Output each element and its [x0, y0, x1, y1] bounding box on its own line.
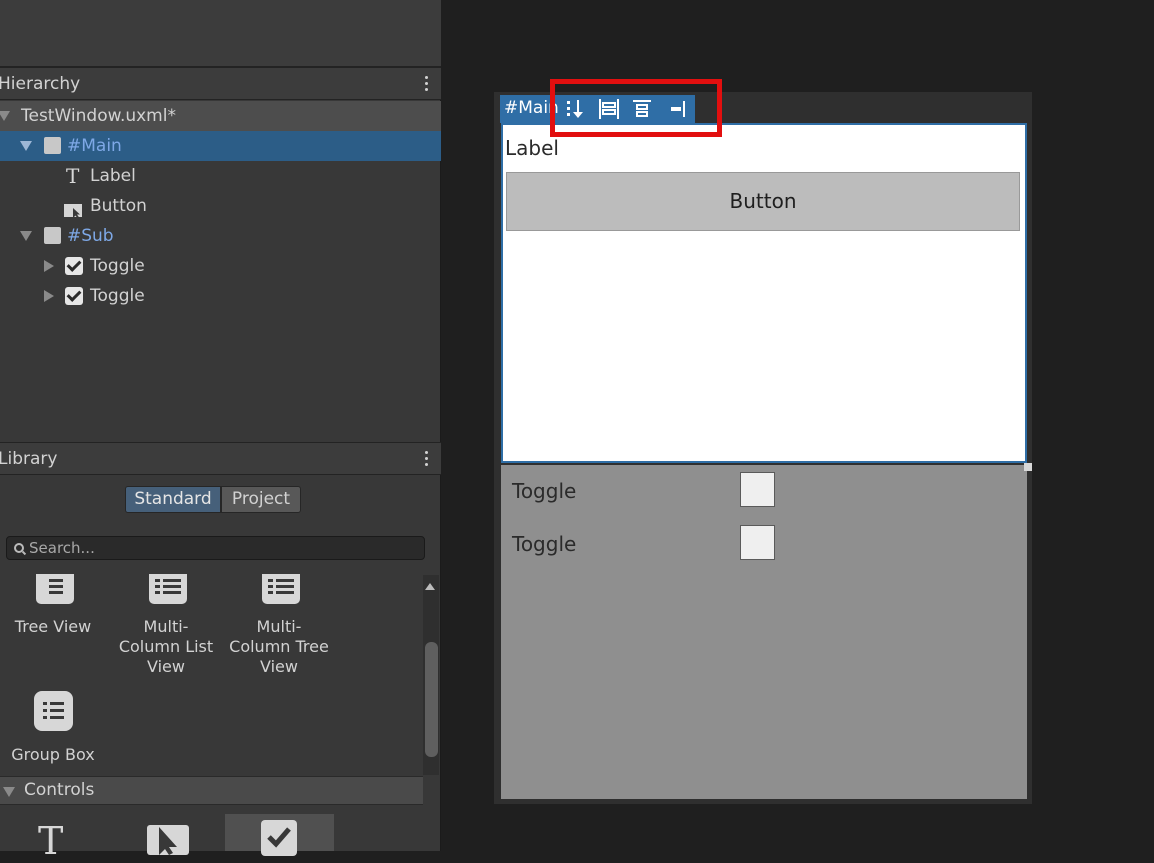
group-box-icon [34, 691, 73, 731]
text-icon: T [66, 164, 80, 188]
toggle-label: Toggle [512, 532, 577, 556]
visual-element-icon [44, 137, 61, 154]
tree-item-label: Button [90, 196, 147, 216]
library-menu-icon[interactable] [425, 451, 429, 467]
visual-element-icon [44, 227, 61, 244]
scroll-up-icon[interactable] [425, 583, 435, 590]
tree-item-main[interactable]: #Main [0, 131, 441, 161]
tree-item-toggle[interactable]: Toggle [0, 281, 441, 311]
library-item-multi-column-tree-view[interactable]: Multi- Column Tree View [226, 617, 332, 677]
tree-item-label-element[interactable]: T Label [0, 161, 441, 191]
library-header: Library [0, 442, 441, 475]
hierarchy-menu-icon[interactable] [425, 76, 429, 92]
tree-item-label: #Sub [67, 226, 114, 246]
library-search-input[interactable]: Search... [6, 536, 425, 560]
canvas-button[interactable]: Button [506, 172, 1020, 231]
search-placeholder: Search... [29, 539, 95, 557]
expand-arrow-icon[interactable] [3, 787, 15, 797]
toggle-icon [65, 257, 83, 275]
expand-arrow-icon[interactable] [20, 141, 32, 151]
scrollbar-thumb[interactable] [425, 642, 438, 757]
tree-item-label: Label [90, 166, 136, 186]
toggle-icon [65, 287, 83, 305]
label-control-icon[interactable]: T [38, 822, 63, 860]
library-item-group-box[interactable]: Group Box [0, 745, 106, 765]
tab-standard[interactable]: Standard [125, 486, 221, 513]
multi-column-list-view-icon [149, 574, 187, 604]
toggle-checkbox[interactable] [740, 525, 775, 560]
tree-item-button[interactable]: Button [0, 191, 441, 221]
tab-project[interactable]: Project [221, 486, 301, 513]
controls-section-label: Controls [24, 780, 95, 800]
multi-column-tree-view-icon [262, 574, 300, 604]
hierarchy-title: Hierarchy [0, 74, 81, 94]
controls-section-header[interactable]: Controls [0, 776, 423, 805]
toggle-label: Toggle [512, 479, 577, 503]
toggle-checkbox[interactable] [740, 472, 775, 507]
hierarchy-header: Hierarchy [0, 67, 441, 100]
tree-view-icon [36, 574, 74, 604]
button-icon [64, 199, 84, 219]
document-name: TestWindow.uxml* [21, 106, 176, 126]
tree-item-sub[interactable]: #Sub [0, 221, 441, 251]
library-title: Library [0, 449, 58, 469]
collapse-arrow-icon[interactable] [44, 260, 54, 272]
library-item-multi-column-list-view[interactable]: Multi- Column List View [113, 617, 219, 677]
tree-item-label: Toggle [90, 256, 145, 276]
resize-handle[interactable] [1024, 463, 1032, 471]
tree-item-label: Toggle [90, 286, 145, 306]
highlight-box [550, 79, 722, 137]
canvas-label[interactable]: Label [505, 136, 559, 160]
tree-item-toggle[interactable]: Toggle [0, 251, 441, 281]
tree-item-label: #Main [67, 136, 122, 156]
top-toolbar [0, 0, 441, 67]
expand-arrow-icon[interactable] [0, 111, 10, 121]
search-icon [14, 543, 24, 553]
library-item-tree-view[interactable]: Tree View [0, 617, 106, 637]
toggle-control-tile[interactable] [225, 814, 334, 856]
tree-document-row[interactable]: TestWindow.uxml* [0, 101, 441, 131]
sub-container[interactable] [501, 465, 1027, 799]
expand-arrow-icon[interactable] [20, 231, 32, 241]
collapse-arrow-icon[interactable] [44, 290, 54, 302]
